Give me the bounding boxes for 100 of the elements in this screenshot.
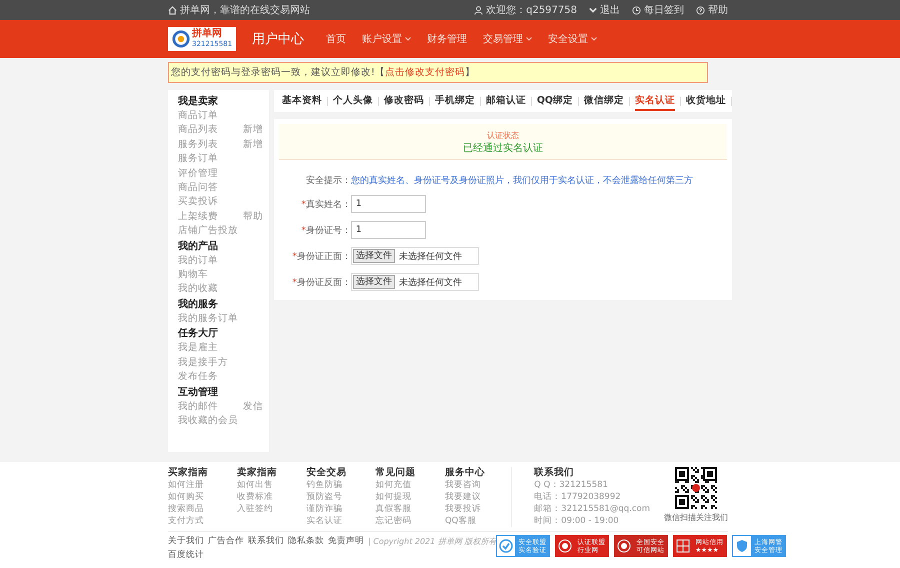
footer-heading: 常见问题 [376, 467, 417, 479]
file-input[interactable]: 选择文件 未选择任何文件 [350, 247, 479, 265]
top-link[interactable]: 每日签到 [632, 3, 684, 17]
footer-link[interactable]: 隐私条款 [288, 535, 324, 547]
change-password-link[interactable]: 点击修改支付密码 [384, 67, 465, 78]
tab[interactable]: QQ绑定 [536, 92, 573, 110]
help-icon [696, 6, 705, 14]
footer-link[interactable]: 收费标准 [237, 491, 306, 503]
input-field[interactable]: 1 [350, 221, 426, 239]
file-status: 未选择任何文件 [398, 250, 462, 262]
nav-item[interactable]: 财务管理 [427, 32, 468, 46]
contact-line: Q Q：321215581 [534, 479, 609, 491]
footer-link[interactable]: 预防盗号 [306, 491, 376, 503]
field-label: *真实姓名： [300, 198, 351, 210]
footer-link[interactable]: 如何提现 [376, 491, 445, 503]
sidebar-item[interactable]: 商品列表 [178, 123, 218, 138]
tab[interactable]: 手机绑定 [434, 92, 475, 110]
sidebar-item[interactable]: 店铺广告投放 [178, 224, 238, 239]
sidebar-item[interactable]: 商品问答 [178, 181, 218, 196]
sidebar-item[interactable]: 我是接手方 [178, 356, 228, 370]
footer-link[interactable]: 如何出售 [237, 479, 306, 491]
footer-link[interactable]: 我要咨询 [444, 479, 514, 491]
sidebar-item[interactable]: 评价管理 [178, 166, 218, 182]
choose-file-button[interactable]: 选择文件 [352, 275, 395, 289]
footer-link[interactable]: 支付方式 [168, 515, 238, 527]
nav-item[interactable]: 账户设置 [362, 32, 412, 46]
contact-line: 电话：17792038992 [534, 491, 622, 503]
clock-icon [632, 6, 641, 14]
footer-link[interactable]: 我要建议 [444, 491, 514, 503]
sidebar-item[interactable]: 服务列表 [178, 138, 218, 152]
footer-link[interactable]: 搜索商品 [168, 503, 238, 515]
logo-name: 拼单网 [192, 29, 223, 39]
footer-link[interactable]: 如何充值 [376, 479, 445, 491]
sidebar-action[interactable]: 新增 [242, 138, 263, 152]
nav-item[interactable]: 首页 [326, 32, 346, 46]
sidebar-item[interactable]: 服务订单 [178, 152, 218, 167]
sidebar-action[interactable]: 新增 [242, 123, 263, 138]
input-field[interactable]: 1 [350, 195, 426, 213]
footer-link[interactable]: 免责声明 [328, 535, 364, 547]
warning-text: 您的支付密码与登录密码一致，建议立即修改!【 [171, 67, 385, 78]
footer-link[interactable]: 忘记密码 [376, 515, 445, 527]
footer-link[interactable]: 钓鱼防骗 [306, 479, 376, 491]
file-status: 未选择任何文件 [398, 276, 462, 288]
check-icon [499, 539, 514, 553]
tab[interactable]: 修改密码 [384, 92, 424, 110]
tab[interactable]: 收货地址 [686, 92, 726, 110]
chevron-icon [589, 6, 597, 14]
footer-heading: 联系我们 [534, 467, 576, 479]
sidebar-item[interactable]: 我的订单 [178, 254, 218, 268]
tab[interactable]: 邮箱认证 [486, 92, 526, 110]
nav-item[interactable]: 安全设置 [548, 32, 598, 46]
footer-link[interactable]: 联系我们 [248, 535, 284, 547]
tab[interactable]: 个人头像 [332, 92, 373, 110]
footer-heading: 买家指南 [168, 467, 209, 479]
footer-link[interactable]: 谨防诈骗 [306, 503, 376, 515]
footer-link[interactable]: 如何购买 [168, 491, 238, 503]
shield-icon [735, 539, 750, 553]
logo-icon [172, 30, 190, 48]
bracket-text: 】 [464, 67, 475, 78]
nav-item[interactable]: 交易管理 [483, 32, 532, 46]
footer-link[interactable]: 真假客服 [376, 503, 445, 515]
copyright-text: | Copyright 2021 拼单网 版权所有 [368, 536, 496, 546]
field-label: *身份证号： [300, 224, 351, 236]
footer-link[interactable]: 实名认证 [306, 515, 376, 527]
tab[interactable]: 微信绑定 [584, 92, 624, 110]
file-input[interactable]: 选择文件 未选择任何文件 [350, 273, 479, 291]
sidebar-item[interactable]: 我的邮件 [178, 400, 218, 414]
sidebar-item[interactable]: 我的收藏 [178, 282, 218, 297]
notice-label: 安全提示： [304, 174, 351, 187]
user-icon [474, 6, 484, 14]
top-link[interactable]: 退出 [589, 3, 620, 17]
footer-link[interactable]: 我要投诉 [444, 503, 514, 515]
field-label: *身份证正面： [291, 250, 351, 262]
sidebar-item[interactable]: 我是雇主 [178, 341, 218, 356]
footer-heading: 服务中心 [444, 467, 486, 479]
sidebar-action[interactable]: 发信 [242, 400, 263, 414]
footer-heading: 卖家指南 [237, 467, 278, 479]
sidebar-item[interactable]: 购物车 [178, 268, 208, 282]
top-link[interactable]: 帮助 [696, 3, 728, 17]
sidebar-item[interactable]: 商品订单 [178, 109, 218, 124]
stats-link[interactable]: 百度统计 [168, 549, 496, 561]
sidebar-item[interactable]: 我的服务订单 [178, 312, 238, 326]
footer-link[interactable]: 广告合作 [208, 535, 244, 547]
tab[interactable]: 实名认证 [635, 92, 675, 110]
tab[interactable]: 基本资料 [282, 92, 322, 110]
status-label: 认证状态 [486, 130, 519, 141]
sidebar-item[interactable]: 我收藏的会员 [178, 414, 238, 428]
footer-link[interactable]: 如何注册 [168, 479, 238, 491]
contact-line: 时间：09:00 - 19:00 [534, 515, 620, 527]
sidebar-action[interactable]: 帮助 [242, 210, 263, 224]
footer-link[interactable]: 关于我们 [168, 535, 204, 547]
footer-link[interactable]: 入驻签约 [237, 503, 306, 515]
sidebar-item[interactable]: 买卖投诉 [178, 195, 218, 210]
sidebar-heading: 互动管理 [178, 386, 219, 400]
sidebar-item[interactable]: 发布任务 [178, 370, 218, 384]
contact-line: 邮箱：321215581@qq.com [534, 503, 650, 515]
notice-text: 您的真实姓名、身份证号及身份证照片，我们仅用于实名认证，不会泄露给任何第三方 [350, 174, 693, 187]
footer-link[interactable]: QQ客服 [444, 515, 514, 527]
choose-file-button[interactable]: 选择文件 [352, 249, 395, 263]
sidebar-item[interactable]: 上架续费 [178, 210, 218, 224]
